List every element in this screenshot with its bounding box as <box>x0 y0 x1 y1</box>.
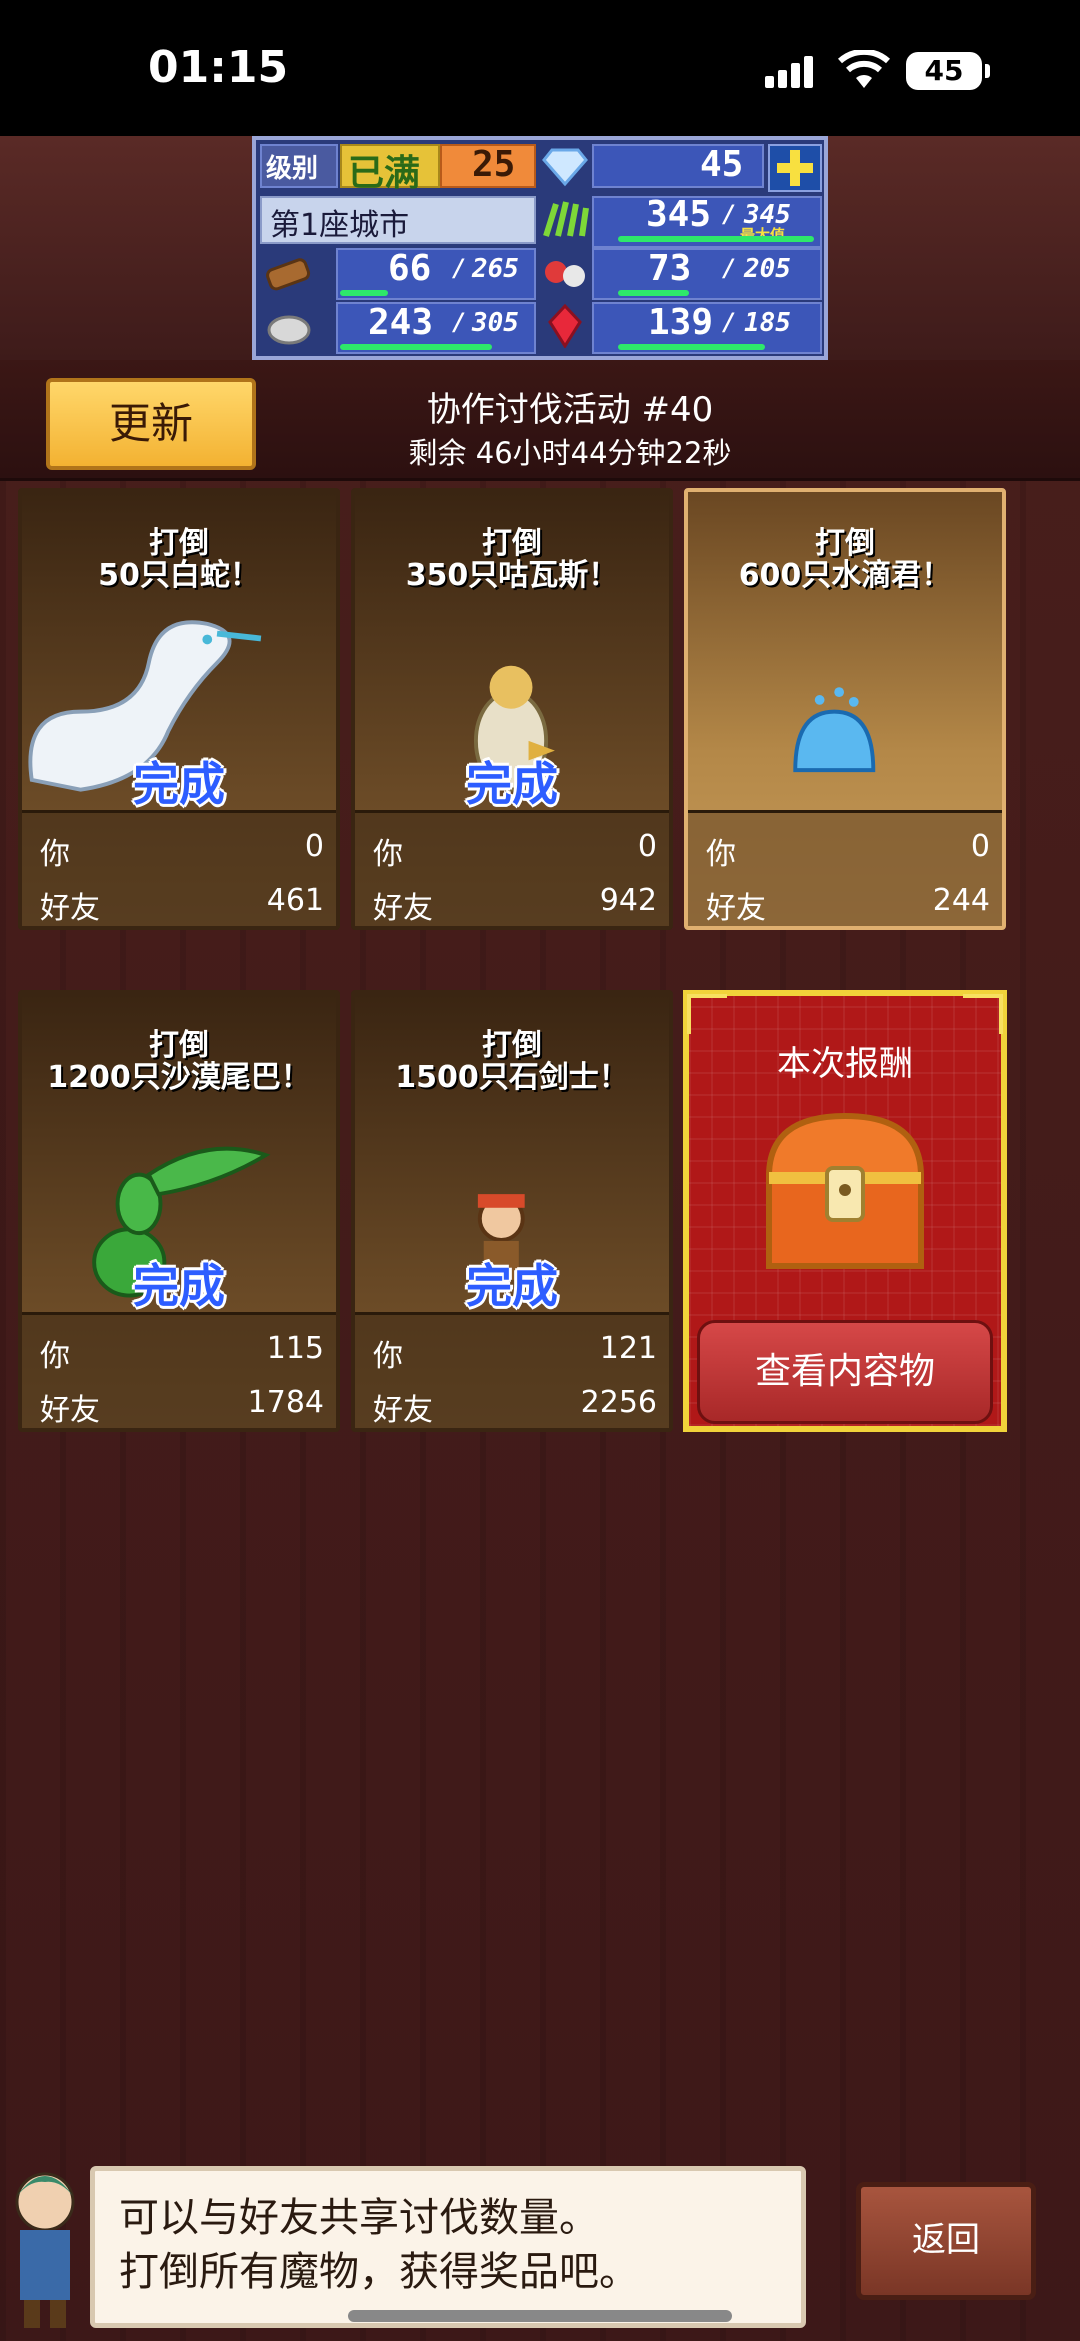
stone-max: 305 <box>472 308 519 338</box>
friend-label: 好友 <box>373 891 433 926</box>
fruit-icon <box>545 261 585 287</box>
stone-icon <box>267 315 311 345</box>
wood-max: 265 <box>472 254 519 284</box>
quest-card-desert-tail[interactable]: 打倒 1200只沙漠尾巴！ 完成 你 115 好友 1784 <box>18 990 340 1432</box>
complete-label: 完成 <box>133 1259 225 1313</box>
crystal-value: 139 <box>648 302 714 343</box>
friend-count: 1784 <box>247 1385 324 1420</box>
you-count: 115 <box>266 1331 324 1366</box>
quest-card-stone-swordsman[interactable]: 打倒 1500只石剑士！ 完成 你 121 好友 2256 <box>351 990 673 1432</box>
friend-count: 461 <box>266 883 324 918</box>
you-label: 你 <box>373 837 403 872</box>
friend-label: 好友 <box>40 891 100 926</box>
battery-icon: 45 <box>906 52 990 90</box>
cellular-signal-icon <box>765 56 815 88</box>
friend-count: 942 <box>599 883 657 918</box>
level-label: 级别 <box>266 154 319 184</box>
complete-label: 完成 <box>466 1259 558 1313</box>
crystal-max: 185 <box>744 308 791 338</box>
hint-line1: 可以与好友共享讨伐数量。 <box>119 2195 599 2241</box>
card-title-line1: 打倒 <box>482 1028 542 1063</box>
you-label: 你 <box>40 1339 70 1374</box>
you-count: 0 <box>304 829 324 864</box>
home-indicator[interactable] <box>348 2310 732 2322</box>
card-title-line2: 1500只石剑士！ <box>395 1060 629 1095</box>
friend-label: 好友 <box>706 891 766 926</box>
advisor-character-icon <box>15 2172 75 2328</box>
view-contents-button[interactable]: 查看内容物 <box>697 1320 993 1424</box>
complete-label: 完成 <box>133 757 225 811</box>
you-count: 121 <box>599 1331 657 1366</box>
card-stats: 你 0 好友 942 <box>355 810 669 926</box>
clock: 01:15 <box>148 42 289 93</box>
add-gems-button[interactable] <box>768 144 822 192</box>
event-timer: 剩余 46小时44分钟22秒 <box>408 436 732 470</box>
reward-title: 本次报酬 <box>777 1044 913 1084</box>
card-stats: 你 115 好友 1784 <box>22 1312 336 1428</box>
event-title: 协作讨伐活动 #40 <box>426 390 714 430</box>
complete-label: 完成 <box>466 757 558 811</box>
card-title-line2: 350只咕瓦斯！ <box>405 558 619 593</box>
level-value: 25 <box>472 144 516 185</box>
crystal-icon <box>548 304 582 348</box>
stone-value: 243 <box>368 302 434 343</box>
fruit-max: 205 <box>744 254 791 284</box>
card-title-line1: 打倒 <box>482 526 542 561</box>
level-max-label: 已满 <box>348 153 421 194</box>
resource-panel: 级别 已满 25 45 第1座城市 345 / 345 最大值 66 / 265… <box>252 136 828 360</box>
water-drop-art <box>793 687 876 773</box>
you-label: 你 <box>373 1339 403 1374</box>
wood-value: 66 <box>388 248 432 289</box>
treasure-chest-icon <box>765 1112 925 1269</box>
wood-bar <box>340 290 388 296</box>
card-title-line2: 50只白蛇！ <box>98 558 260 593</box>
gem-count: 45 <box>700 144 744 185</box>
food-bar <box>618 236 814 242</box>
card-title-line2: 600只水滴君！ <box>738 558 952 593</box>
card-title-line2: 1200只沙漠尾巴！ <box>47 1060 311 1095</box>
back-button[interactable]: 返回 <box>856 2182 1036 2300</box>
grass-food-icon <box>543 201 589 237</box>
hint-message: 可以与好友共享讨伐数量。 打倒所有魔物，获得奖品吧。 <box>90 2166 806 2328</box>
gem-icon <box>542 148 588 187</box>
quest-card-white-snake[interactable]: 打倒 50只白蛇！ 完成 你 0 好友 461 <box>18 488 340 930</box>
friend-count: 2256 <box>580 1385 657 1420</box>
friend-label: 好友 <box>40 1393 100 1428</box>
you-count: 0 <box>637 829 657 864</box>
quest-card-guwasi[interactable]: 打倒 350只咕瓦斯！ 完成 你 0 好友 942 <box>351 488 673 930</box>
card-stats: 你 121 好友 2256 <box>355 1312 669 1428</box>
reward-card: 本次报酬 查看内容物 <box>683 990 1007 1432</box>
card-title-line1: 打倒 <box>149 526 209 561</box>
wood-icon <box>266 258 311 291</box>
plus-icon <box>777 150 813 186</box>
card-stats: 你 0 好友 244 <box>688 810 1002 926</box>
wifi-icon <box>838 50 890 88</box>
card-title-line1: 打倒 <box>815 526 875 561</box>
refresh-button[interactable]: 更新 <box>46 378 256 470</box>
quest-card-water-drop[interactable]: 打倒 600只水滴君！ 你 0 好友 244 <box>684 488 1006 930</box>
crystal-bar <box>618 344 765 350</box>
stone-bar <box>340 344 492 350</box>
card-title-line1: 打倒 <box>149 1028 209 1063</box>
you-count: 0 <box>970 829 990 864</box>
status-bar: 01:15 45 <box>0 0 1080 136</box>
food-value: 345 <box>646 194 712 235</box>
friend-count: 244 <box>932 883 990 918</box>
hint-line2: 打倒所有魔物，获得奖品吧。 <box>119 2249 639 2295</box>
card-stats: 你 0 好友 461 <box>22 810 336 926</box>
friend-label: 好友 <box>373 1393 433 1428</box>
city-name: 第1座城市 <box>270 208 410 243</box>
fruit-bar <box>618 290 689 296</box>
you-label: 你 <box>706 837 736 872</box>
fruit-value: 73 <box>648 248 692 289</box>
you-label: 你 <box>40 837 70 872</box>
